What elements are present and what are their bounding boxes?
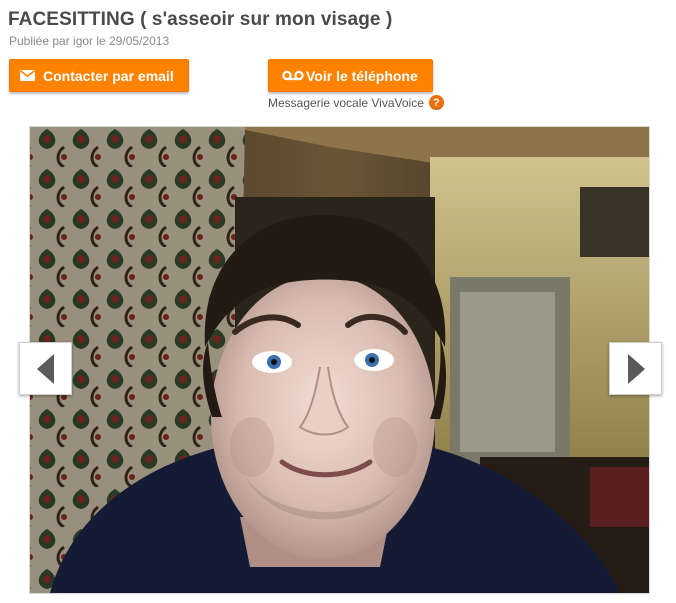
show-phone-label: Voir le téléphone <box>306 67 418 84</box>
webcam-selfie-photo <box>30 127 649 593</box>
contact-email-button[interactable]: Contacter par email <box>9 59 189 92</box>
listing-page: FACESITTING ( s'asseoir sur mon visage )… <box>0 0 676 603</box>
arrow-left-icon <box>36 353 54 384</box>
published-by: Publiée par igor le 29/05/2013 <box>9 34 170 48</box>
envelope-icon <box>20 70 35 81</box>
contact-email-label: Contacter par email <box>43 67 174 84</box>
question-mark-icon[interactable]: ? <box>428 95 444 110</box>
voicemail-note-text: Messagerie vocale VivaVoice <box>268 95 424 110</box>
listing-title: FACESITTING ( s'asseoir sur mon visage ) <box>8 9 393 30</box>
previous-photo-button[interactable] <box>19 342 72 395</box>
show-phone-button[interactable]: Voir le téléphone <box>268 59 433 92</box>
voicemail-note: Messagerie vocale VivaVoice ? <box>268 95 444 110</box>
voicemail-icon <box>282 70 304 81</box>
arrow-right-icon <box>627 353 645 384</box>
next-photo-button[interactable] <box>609 342 662 395</box>
listing-photo <box>29 126 650 594</box>
